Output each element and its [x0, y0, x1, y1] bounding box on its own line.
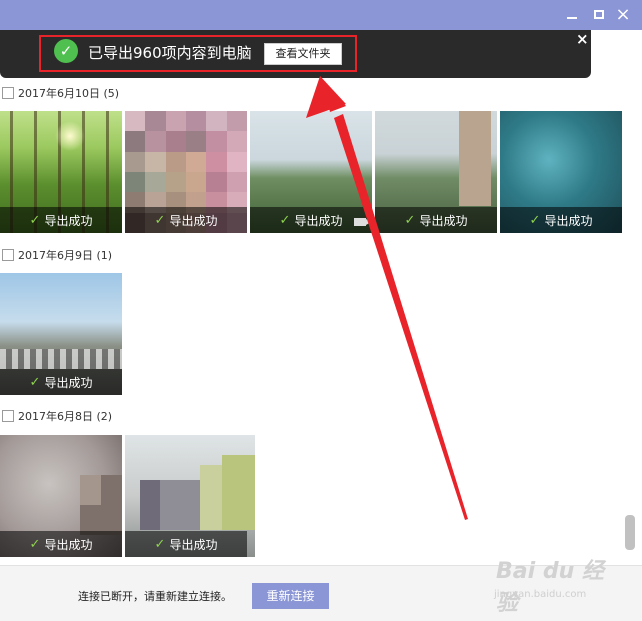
close-window-button[interactable]: × [613, 5, 633, 25]
export-status: ✓ 导出成功 [0, 207, 122, 233]
export-status-label: 导出成功 [169, 537, 218, 552]
mosaic-block [140, 480, 160, 530]
mosaic-block [80, 475, 101, 505]
date-label: 2017年6月9日 (1) [18, 249, 113, 262]
photo-thumbnail[interactable]: ✓ 导出成功 [125, 111, 247, 233]
date-row-2017-06-08: 2017年6月8日 (2) [0, 406, 112, 426]
check-icon: ✓ [404, 212, 416, 228]
mosaic-block [160, 480, 200, 530]
check-icon: ✓ [529, 212, 541, 228]
date-row-2017-06-09: 2017年6月9日 (1) [0, 245, 112, 265]
mosaic-block [200, 465, 222, 530]
close-icon[interactable]: × [576, 30, 589, 48]
export-status-label: 导出成功 [44, 213, 93, 228]
scrollbar-thumb[interactable] [625, 515, 635, 550]
date-checkbox[interactable] [2, 249, 14, 261]
export-status-label: 导出成功 [294, 213, 343, 228]
check-icon: ✓ [279, 212, 291, 228]
maximize-icon [594, 10, 604, 19]
export-status-label: 导出成功 [419, 213, 468, 228]
date-row-2017-06-10: 2017年6月10日 (5) [0, 83, 119, 103]
road-image [0, 349, 122, 369]
date-checkbox[interactable] [2, 410, 14, 422]
check-icon: ✓ [154, 536, 166, 552]
minimize-button[interactable] [562, 5, 582, 25]
video-camera-icon [354, 218, 371, 226]
export-status: ✓ 导出成功 [125, 531, 247, 557]
video-thumbnail[interactable]: ✓ 导出成功 [250, 111, 372, 233]
date-checkbox[interactable] [2, 87, 14, 99]
export-status-label: 导出成功 [44, 375, 93, 390]
title-bar: × [0, 0, 642, 30]
photo-thumbnail[interactable]: ✓ 导出成功 [500, 111, 622, 233]
minimize-icon [567, 17, 577, 19]
export-status-label: 导出成功 [169, 213, 218, 228]
building-image [459, 111, 491, 206]
date-label: 2017年6月10日 (5) [18, 87, 120, 100]
check-icon: ✓ [154, 212, 166, 228]
photo-list: 201 2017年6月10日 (5) ✓导出成功 ✓导出成功 ✓导出成功 ✓导出… [0, 30, 642, 565]
export-status: ✓ 导出成功 [0, 531, 122, 557]
export-status: ✓ 导出成功 [125, 207, 247, 233]
export-status: ✓ 导出成功 [375, 207, 497, 233]
watermark-url: jingyan.baidu.com [494, 589, 587, 600]
watermark-logo: Bai du 经验 [496, 559, 604, 616]
check-icon: ✓ [29, 374, 41, 390]
export-status: ✓ 导出成功 [0, 369, 122, 395]
check-icon: ✓ [29, 212, 41, 228]
sun-glow [55, 121, 85, 151]
export-status-label: 导出成功 [44, 537, 93, 552]
baidu-watermark: Bai du 经验 jingyan.baidu.com [490, 545, 620, 616]
disconnect-message: 连接已断开，请重新建立连接。 [78, 590, 232, 603]
maximize-button[interactable] [589, 5, 609, 25]
export-status: ✓ 导出成功 [500, 207, 622, 233]
photo-thumbnail[interactable]: ✓ 导出成功 [125, 435, 255, 557]
check-icon: ✓ [29, 536, 41, 552]
photo-thumbnail[interactable]: ✓ 导出成功 [0, 435, 122, 557]
reconnect-button[interactable]: 重新连接 [252, 583, 329, 609]
photo-thumbnail[interactable]: ✓ 导出成功 [0, 111, 122, 233]
export-status-label: 导出成功 [544, 213, 593, 228]
date-label: 2017年6月8日 (2) [18, 410, 113, 423]
highlight-box [39, 35, 357, 72]
photo-thumbnail[interactable]: ✓ 导出成功 [0, 273, 122, 395]
mosaic-block [222, 455, 255, 530]
photo-thumbnail[interactable]: ✓ 导出成功 [375, 111, 497, 233]
